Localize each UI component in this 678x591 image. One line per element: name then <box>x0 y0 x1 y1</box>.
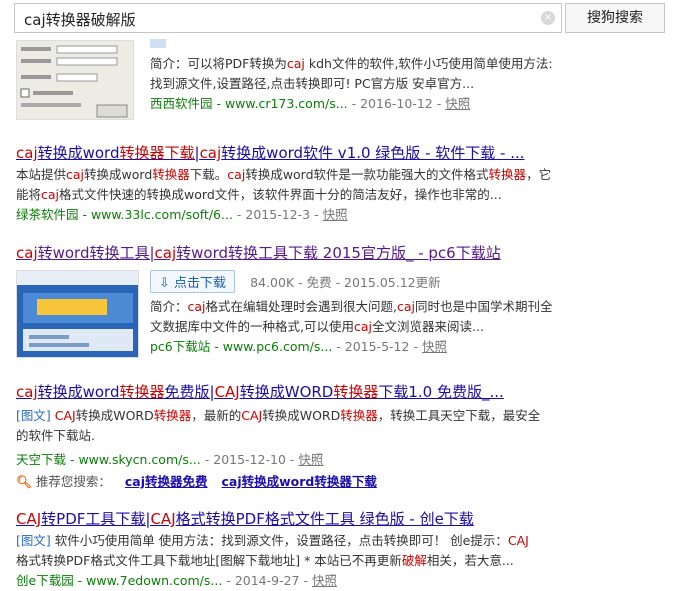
image-text-tag: [图文] <box>16 408 51 423</box>
snapshot-link[interactable]: 快照 <box>445 96 470 111</box>
snapshot-link[interactable]: 快照 <box>323 207 348 222</box>
result-item-2-body: ⇩ 点击下载 84.00K - 免费 - 2015.05.12更新 简介：caj… <box>150 270 580 357</box>
download-button[interactable]: ⇩ 点击下载 <box>150 270 236 293</box>
result-item-1: caj转换成word转换器下载|caj转换成word软件 v1.0 绿色版 - … <box>16 142 656 225</box>
result-meta: 西西软件园 - www.cr173.com/s... - 2016-10-12 … <box>150 96 471 111</box>
result-meta: pc6下载站 - www.pc6.com/s... - 2015-5-12 - … <box>150 339 447 354</box>
download-icon: ⇩ <box>159 276 170 291</box>
result-description: 简介：caj格式在编辑处理时会遇到很大问题,caj同时也是中国学术期刊全 文数据… <box>150 299 553 334</box>
result-meta: 创e下载园 - www.7edown.com/s... - 2014-9-27 … <box>16 573 337 588</box>
search-button[interactable]: 搜狗搜索 <box>565 3 665 33</box>
result-date: 2015-5-12 <box>344 339 410 354</box>
search-input[interactable]: caj转换器破解版 × <box>14 3 562 33</box>
download-meta: 84.00K - 免费 - 2015.05.12更新 <box>250 275 441 290</box>
search-icon: 🔍︎ <box>16 474 32 489</box>
result-thumbnail-pc6[interactable] <box>16 270 139 358</box>
snapshot-link[interactable]: 快照 <box>298 452 323 467</box>
result-url[interactable]: 创e下载园 - www.7edown.com/s... <box>16 573 222 588</box>
search-bar: caj转换器破解版 × 搜狗搜索 <box>0 0 678 38</box>
search-query[interactable]: caj转换器破解版 <box>24 9 136 30</box>
recommended-searches: 🔍︎ 推荐您搜索： caj转换器免费 caj转换成word转换器下载 <box>16 471 377 490</box>
result-thumbnail-software[interactable] <box>16 40 134 120</box>
result-date: 2015-12-10 <box>213 452 286 467</box>
result-url[interactable]: 天空下载 - www.skycn.com/s... <box>16 452 201 467</box>
software-screenshot-image <box>17 41 133 119</box>
result-date: 2016-10-12 <box>360 96 433 111</box>
result-date: 2015-12-3 <box>245 207 311 222</box>
snapshot-link[interactable]: 快照 <box>422 339 447 354</box>
download-icon <box>150 39 166 48</box>
result-url[interactable]: 西西软件园 - www.cr173.com/s... <box>150 96 348 111</box>
clear-icon[interactable]: × <box>541 11 555 25</box>
result-date: 2014-9-27 <box>234 573 300 588</box>
snapshot-link[interactable]: 快照 <box>312 573 337 588</box>
result-url[interactable]: 绿茶软件园 - www.33lc.com/soft/6... <box>16 207 233 222</box>
result-description: 简介：可以将PDF转换为caj kdh文件的软件,软件小巧使用简单使用方法: 找… <box>150 56 553 91</box>
result-title-link[interactable]: caj转换成word转换器免费版|CAJ转换成WORD转换器下载1.0 免费版_… <box>16 381 656 402</box>
result-description: 本站提供caj转换成word转换器下载。caj转换成word软件是一款功能强大的… <box>16 167 552 202</box>
result-item-3: caj转换成word转换器免费版|CAJ转换成WORD转换器下载1.0 免费版_… <box>16 381 656 470</box>
recommended-label: 推荐您搜索： <box>35 474 111 489</box>
result-title-link[interactable]: caj转换成word转换器下载|caj转换成word软件 v1.0 绿色版 - … <box>16 142 656 163</box>
image-text-tag: [图文] <box>16 533 51 548</box>
result-meta: 天空下载 - www.skycn.com/s... - 2015-12-10 -… <box>16 452 324 467</box>
result-item-2: caj转word转换工具|caj转word转换工具下载 2015官方版_ - p… <box>16 242 656 263</box>
result-description: [图文] 软件小巧使用简单 使用方法：找到源文件，设置路径，点击转换即可！ 创e… <box>16 533 529 568</box>
result-title-link[interactable]: CAJ转PDF工具下载|CAJ格式转换PDF格式文件工具 绿色版 - 创e下载 <box>16 508 656 529</box>
recommended-link-1[interactable]: caj转换器免费 <box>125 474 208 489</box>
result-item-0: 简介：可以将PDF转换为caj kdh文件的软件,软件小巧使用简单使用方法: 找… <box>150 34 570 114</box>
result-item-4: CAJ转PDF工具下载|CAJ格式转换PDF格式文件工具 绿色版 - 创e下载 … <box>16 508 656 591</box>
result-meta: 绿茶软件园 - www.33lc.com/soft/6... - 2015-12… <box>16 207 348 222</box>
recommended-link-2[interactable]: caj转换成word转换器下载 <box>221 474 376 489</box>
result-title-link[interactable]: caj转word转换工具|caj转word转换工具下载 2015官方版_ - p… <box>16 242 656 263</box>
result-url[interactable]: pc6下载站 - www.pc6.com/s... <box>150 339 332 354</box>
result-description: [图文] CAJ转换成WORD转换器，最新的CAJ转换成WORD转换器，转换工具… <box>16 408 541 443</box>
software-screenshot-image <box>17 271 138 357</box>
